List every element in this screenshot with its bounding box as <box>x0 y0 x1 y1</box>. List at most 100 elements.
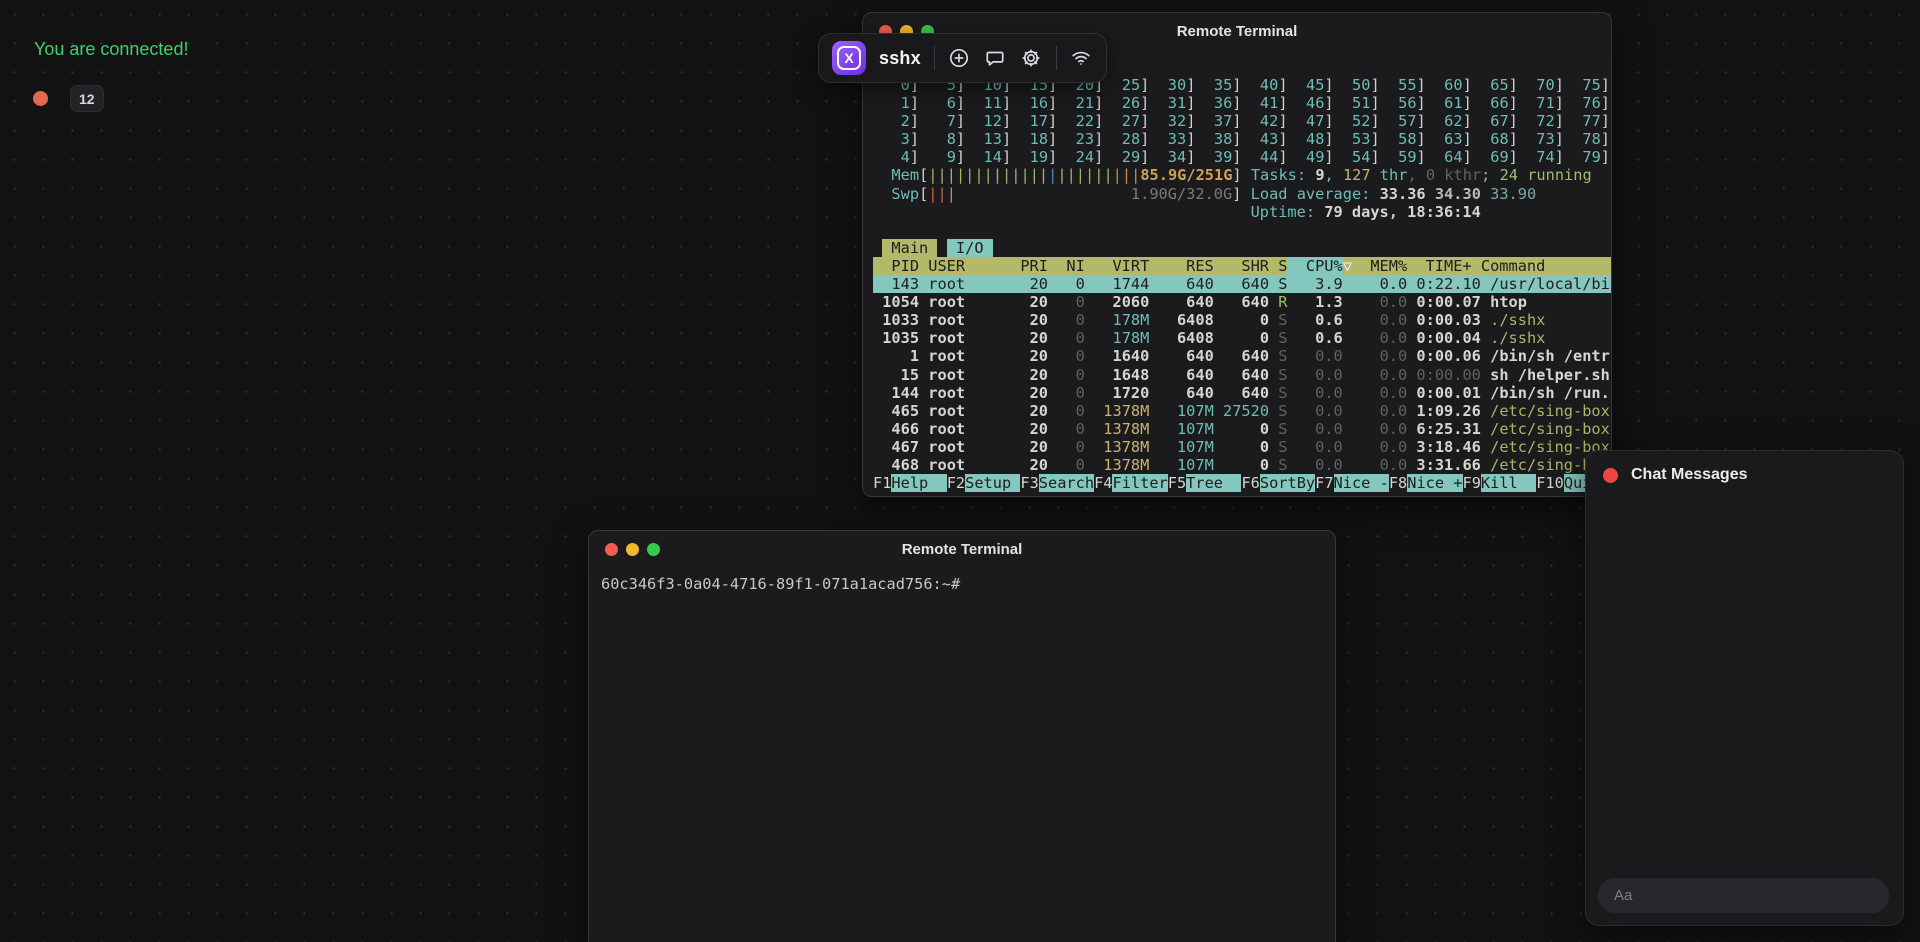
htop-terminal-window[interactable]: Remote Terminal 0] 5] 10] 15] 20] 25] 30… <box>862 12 1612 497</box>
terminal-text: | <box>956 166 965 184</box>
gear-icon <box>1020 47 1042 69</box>
terminal-text: S <box>1269 275 1287 293</box>
settings-button[interactable] <box>1020 45 1043 71</box>
terminal-text: 71 <box>1518 94 1555 112</box>
terminal-text: root <box>919 420 1011 438</box>
terminal-text: 55 <box>1380 76 1417 94</box>
connection-status: You are connected! <box>34 39 188 60</box>
terminal-text: root <box>919 366 1011 384</box>
column-cpu-sort[interactable]: CPU% <box>1287 257 1342 275</box>
shell-prompt[interactable]: 60c346f3-0a04-4716-89f1-071a1acad756:~# <box>601 574 960 594</box>
terminal-text: R <box>1269 293 1287 311</box>
terminal-text: 0.6 <box>1287 329 1342 347</box>
terminal-text: | <box>1057 166 1066 184</box>
presence-row: 12 <box>33 85 104 112</box>
terminal-text: F7 <box>1315 474 1333 492</box>
terminal-text: 13 <box>965 130 1002 148</box>
terminal-text: 466 <box>873 420 919 438</box>
terminal-text: F4 <box>1094 474 1112 492</box>
toolbar-divider <box>1056 46 1057 70</box>
htop-line-4: 4] 9] 14] 19] 24] 29] 34] 39] 44] 49] 54… <box>873 148 1612 166</box>
new-terminal-button[interactable] <box>948 45 971 71</box>
terminal-text: ] <box>1417 94 1426 112</box>
chat-panel: Chat Messages <box>1585 450 1904 926</box>
user-count-badge[interactable]: 12 <box>70 85 104 112</box>
process-row-143: 143 root 20 0 1744 640 640 S 3.9 0.0 0:2… <box>873 275 1612 293</box>
process-table-header[interactable]: MEM% TIME+ Command <box>1352 257 1545 275</box>
terminal-text: 107M <box>1149 420 1213 438</box>
terminal-text: ] <box>1463 148 1472 166</box>
terminal-text: ] <box>1002 148 1011 166</box>
terminal-text: 15 <box>873 366 919 384</box>
terminal-text: 3 <box>873 130 910 148</box>
terminal-text: | <box>974 166 983 184</box>
terminal-text: 58 <box>1380 130 1417 148</box>
tab-io[interactable]: I/O <box>947 239 993 257</box>
terminal-text: running <box>1518 166 1592 184</box>
terminal-text: /etc/sing-box <box>1481 402 1610 420</box>
terminal-text: ] <box>1324 76 1333 94</box>
tab-main[interactable]: Main <box>882 239 937 257</box>
terminal-text: 0:00.06 <box>1407 347 1481 365</box>
terminal-text: | <box>1020 166 1029 184</box>
terminal-text: ] <box>1232 76 1241 94</box>
htop-line-1: 1] 6] 11] 16] 21] 26] 31] 36] 41] 46] 51… <box>873 94 1612 112</box>
process-row-15: 15 root 20 0 1648 640 640 S 0.0 0.0 0:00… <box>873 366 1612 384</box>
terminal-text: 0 <box>1048 366 1085 384</box>
shell-terminal-window[interactable]: Remote Terminal 60c346f3-0a04-4716-89f1-… <box>588 530 1336 942</box>
terminal-text: 9 <box>1315 166 1324 184</box>
fkey-F6[interactable]: F6SortBy <box>1241 474 1315 492</box>
chat-button[interactable] <box>984 45 1007 71</box>
terminal-text: 63 <box>1426 130 1463 148</box>
fkey-F4[interactable]: F4Filter <box>1094 474 1168 492</box>
terminal-text: 36 <box>1195 94 1232 112</box>
fkey-F5[interactable]: F5Tree <box>1168 474 1242 492</box>
fkey-label: Filter <box>1112 474 1167 492</box>
terminal-text: ] <box>1094 112 1103 130</box>
terminal-text: 640 <box>1214 366 1269 384</box>
terminal-text: S <box>1269 402 1287 420</box>
terminal-text: | <box>1002 166 1011 184</box>
terminal-text: 4 <box>873 148 910 166</box>
terminal-text: 20 <box>1011 402 1048 420</box>
terminal-text: 1640 <box>1085 347 1149 365</box>
terminal-text: ] <box>1232 94 1241 112</box>
terminal-text: ] <box>910 130 919 148</box>
terminal-text: 0.0 <box>1287 384 1342 402</box>
terminal-text: 20 <box>1011 438 1048 456</box>
terminal-text: 640 <box>1214 293 1269 311</box>
terminal-text: sh /helper.sh <box>1481 366 1610 384</box>
terminal-text: 20 <box>1011 329 1048 347</box>
htop-screen[interactable]: 0] 5] 10] 15] 20] 25] 30] 35] 40] 45] 50… <box>873 76 1612 492</box>
htop-line-8 <box>873 221 1612 239</box>
terminal-text: 78 <box>1564 130 1601 148</box>
terminal-text: 0 <box>1426 166 1435 184</box>
terminal-titlebar[interactable]: Remote Terminal <box>589 531 1335 568</box>
chat-message-input[interactable] <box>1598 878 1889 913</box>
terminal-text: 640 <box>1214 384 1269 402</box>
terminal-text: ] <box>1417 148 1426 166</box>
chat-bubble-icon <box>984 47 1006 69</box>
terminal-text: | <box>1048 166 1057 184</box>
fkey-F3[interactable]: F3Search <box>1020 474 1094 492</box>
terminal-text: ] <box>1509 76 1518 94</box>
terminal-text: ] <box>1278 76 1287 94</box>
terminal-text: ] <box>1048 94 1057 112</box>
fkey-F9[interactable]: F9Kill <box>1463 474 1537 492</box>
fkey-F7[interactable]: F7Nice - <box>1315 474 1389 492</box>
terminal-text: 0.0 <box>1343 438 1407 456</box>
fkey-F8[interactable]: F8Nice + <box>1389 474 1463 492</box>
terminal-text: 23 <box>1057 130 1094 148</box>
terminal-text: F3 <box>1020 474 1038 492</box>
fkey-F1[interactable]: F1Help <box>873 474 947 492</box>
plus-circle-icon <box>948 47 970 69</box>
terminal-text: 0 <box>1214 456 1269 474</box>
terminal-text: 0:00.01 <box>1407 384 1481 402</box>
fkey-F2[interactable]: F2Setup <box>947 474 1021 492</box>
process-table-header[interactable]: PID USER PRI NI VIRT RES SHR S <box>873 257 1287 275</box>
network-status-button[interactable] <box>1070 45 1093 71</box>
sshx-logo-icon[interactable]: X <box>832 41 866 75</box>
chat-status-dot <box>1603 468 1618 483</box>
terminal-text: ] <box>1324 94 1333 112</box>
terminal-text: | <box>1067 166 1076 184</box>
